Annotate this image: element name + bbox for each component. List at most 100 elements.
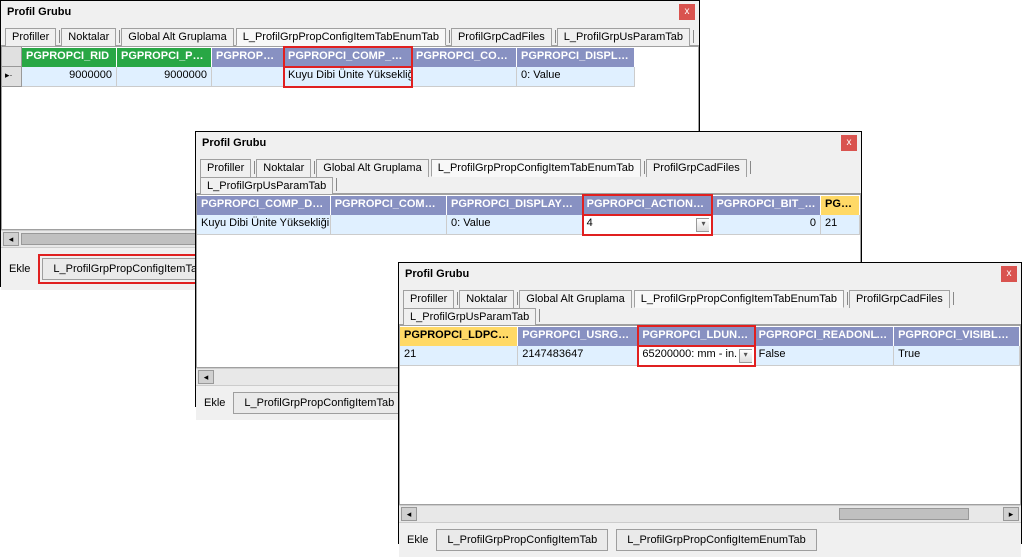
tab-separator bbox=[254, 161, 255, 174]
col-comp-val[interactable]: PGPROPCI_COMP_VAL bbox=[331, 195, 447, 215]
scroll-thumb[interactable] bbox=[21, 233, 201, 245]
grid-header: PGPROPCI_COMP_DESC PGPROPCI_COMP_VAL PGP… bbox=[197, 195, 860, 215]
col-display[interactable]: PGPROPCI_DISPLAY_TYPE bbox=[517, 47, 635, 67]
tab-separator bbox=[449, 30, 450, 43]
tab-profiller[interactable]: Profiller bbox=[403, 290, 454, 308]
col-ldpcat[interactable]: PGPROPCI_LDPCAT_RID bbox=[400, 326, 518, 346]
col-pgpro[interactable]: PGPRO bbox=[821, 195, 860, 215]
close-icon[interactable]: x bbox=[1001, 266, 1017, 282]
titlebar: Profil Grubu x bbox=[1, 1, 699, 23]
tab-separator bbox=[847, 292, 848, 305]
tab-usparam[interactable]: L_ProfilGrpUsParamTab bbox=[557, 28, 690, 46]
bottom-bar: Ekle L_ProfilGrpPropConfigItemTab L_Prof… bbox=[399, 522, 1021, 557]
col-visible[interactable]: PGPROPCI_VISIBLE_RULE bbox=[894, 326, 1020, 346]
close-icon[interactable]: x bbox=[841, 135, 857, 151]
table-row[interactable]: ▸· 9000000 9000000 Kuyu Dibi Ünite Yükse… bbox=[2, 67, 698, 87]
tab-noktalar[interactable]: Noktalar bbox=[61, 28, 116, 46]
cell[interactable] bbox=[331, 215, 447, 235]
table-row[interactable]: Kuyu Dibi Ünite Yüksekliği 0: Value 4 ▾ … bbox=[197, 215, 860, 235]
tab-usparam[interactable]: L_ProfilGrpUsParamTab bbox=[403, 308, 536, 325]
table-row[interactable]: 21 2147483647 65200000: mm - in. ▾ False… bbox=[400, 346, 1020, 366]
col-display[interactable]: PGPROPCI_DISPLAY_TYPE bbox=[447, 195, 583, 215]
col-ldunit[interactable]: PGPROPCI_LDUNIT_RID bbox=[638, 326, 754, 346]
tab-usparam[interactable]: L_ProfilGrpUsParamTab bbox=[200, 177, 333, 194]
highlight-frame: L_ProfilGrpPropConfigItemTab bbox=[38, 254, 218, 284]
tab-global[interactable]: Global Alt Gruplama bbox=[316, 159, 428, 177]
cell[interactable] bbox=[412, 67, 517, 87]
tab-profiller[interactable]: Profiller bbox=[200, 159, 251, 177]
cell[interactable]: True bbox=[894, 346, 1020, 366]
window-3: Profil Grubu x Profiller Noktalar Global… bbox=[398, 262, 1022, 544]
cell[interactable]: 0: Value bbox=[447, 215, 583, 235]
cell[interactable]: 2147483647 bbox=[518, 346, 638, 366]
tab-global[interactable]: Global Alt Gruplama bbox=[121, 28, 233, 46]
col-pg-rid[interactable]: PGPROPCI_PG_RID bbox=[117, 47, 212, 67]
col-readonly[interactable]: PGPROPCI_READONLY_RULE bbox=[755, 326, 894, 346]
tab-noktalar[interactable]: Noktalar bbox=[256, 159, 311, 177]
tabs: Profiller Noktalar Global Alt Gruplama L… bbox=[196, 154, 861, 194]
config-item-button[interactable]: L_ProfilGrpPropConfigItemTab bbox=[42, 258, 214, 280]
cell[interactable]: 21 bbox=[400, 346, 518, 366]
rowhandle-header bbox=[2, 47, 22, 67]
cell[interactable]: 0: Value bbox=[517, 67, 635, 87]
scroll-left-icon[interactable]: ◂ bbox=[198, 370, 214, 384]
col-d[interactable]: PGPROPCI_D bbox=[212, 47, 284, 67]
tab-separator bbox=[693, 30, 694, 43]
scroll-thumb[interactable] bbox=[839, 508, 969, 520]
titlebar: Profil Grubu x bbox=[196, 132, 861, 154]
cell[interactable]: 9000000 bbox=[117, 67, 212, 87]
dropdown-icon[interactable]: ▾ bbox=[739, 349, 752, 363]
tab-cad[interactable]: ProfilGrpCadFiles bbox=[451, 28, 552, 46]
col-bitmask[interactable]: PGPROPCI_BIT_MASK bbox=[712, 195, 821, 215]
col-usrgrp[interactable]: PGPROPCI_USRGRP_BITS bbox=[518, 326, 638, 346]
tabs: Profiller Noktalar Global Alt Gruplama L… bbox=[399, 285, 1021, 325]
scroll-right-icon[interactable]: ▸ bbox=[1003, 507, 1019, 521]
scroll-left-icon[interactable]: ◂ bbox=[3, 232, 19, 246]
config-item-enum-button[interactable]: L_ProfilGrpPropConfigItemEnumTab bbox=[616, 529, 817, 551]
tab-config-enum[interactable]: L_ProfilGrpPropConfigItemTabEnumTab bbox=[634, 290, 844, 308]
tab-config-enum[interactable]: L_ProfilGrpPropConfigItemTabEnumTab bbox=[431, 159, 641, 177]
cell-ldunit-val: 65200000: mm - in. bbox=[642, 348, 737, 360]
tab-profiller[interactable]: Profiller bbox=[5, 28, 56, 46]
cell[interactable]: Kuyu Dibi Ünite Yüksekliği bbox=[197, 215, 331, 235]
tab-separator bbox=[457, 292, 458, 305]
tab-noktalar[interactable]: Noktalar bbox=[459, 290, 514, 308]
cell-comp-desc[interactable]: Kuyu Dibi Ünite Yüksekliği bbox=[284, 67, 412, 87]
grid-header: PGPROPCI_RID PGPROPCI_PG_RID PGPROPCI_D … bbox=[2, 47, 698, 67]
cell[interactable]: 0 bbox=[712, 215, 821, 235]
tab-separator bbox=[314, 161, 315, 174]
cell-action-mode-val: 4 bbox=[587, 217, 593, 229]
col-comp-desc[interactable]: PGPROPCI_COMP_DESC bbox=[284, 47, 412, 67]
tab-separator bbox=[336, 178, 337, 191]
window-title: Profil Grubu bbox=[405, 268, 469, 280]
window-title: Profil Grubu bbox=[202, 137, 266, 149]
cell-action-mode[interactable]: 4 ▾ bbox=[583, 215, 713, 235]
scroll-left-icon[interactable]: ◂ bbox=[401, 507, 417, 521]
tab-cad[interactable]: ProfilGrpCadFiles bbox=[646, 159, 747, 177]
col-action-mode[interactable]: PGPROPCI_ACTION_MODE bbox=[583, 195, 713, 215]
cell[interactable]: 9000000 bbox=[22, 67, 117, 87]
cell-ldunit[interactable]: 65200000: mm - in. ▾ bbox=[638, 346, 754, 366]
cell[interactable]: False bbox=[755, 346, 894, 366]
tab-config-enum[interactable]: L_ProfilGrpPropConfigItemTabEnumTab bbox=[236, 28, 446, 46]
tab-separator bbox=[750, 161, 751, 174]
tab-separator bbox=[517, 292, 518, 305]
tabs: Profiller Noktalar Global Alt Gruplama L… bbox=[1, 23, 699, 46]
col-rid[interactable]: PGPROPCI_RID bbox=[22, 47, 117, 67]
cell[interactable]: 21 bbox=[821, 215, 860, 235]
horizontal-scrollbar[interactable]: ◂ ▸ bbox=[399, 505, 1021, 522]
tab-separator bbox=[644, 161, 645, 174]
cell[interactable] bbox=[212, 67, 284, 87]
ekle-label: Ekle bbox=[9, 263, 30, 275]
config-item-button[interactable]: L_ProfilGrpPropConfigItemTab bbox=[436, 529, 608, 551]
col-comp-val[interactable]: PGPROPCI_COMP_VAL bbox=[412, 47, 517, 67]
config-item-button[interactable]: L_ProfilGrpPropConfigItemTab bbox=[233, 392, 405, 414]
tab-global[interactable]: Global Alt Gruplama bbox=[519, 290, 631, 308]
col-comp-desc[interactable]: PGPROPCI_COMP_DESC bbox=[197, 195, 331, 215]
tab-separator bbox=[539, 309, 540, 322]
dropdown-icon[interactable]: ▾ bbox=[696, 218, 709, 232]
tab-cad[interactable]: ProfilGrpCadFiles bbox=[849, 290, 950, 308]
window-title: Profil Grubu bbox=[7, 6, 71, 18]
close-icon[interactable]: x bbox=[679, 4, 695, 20]
tab-separator bbox=[59, 30, 60, 43]
